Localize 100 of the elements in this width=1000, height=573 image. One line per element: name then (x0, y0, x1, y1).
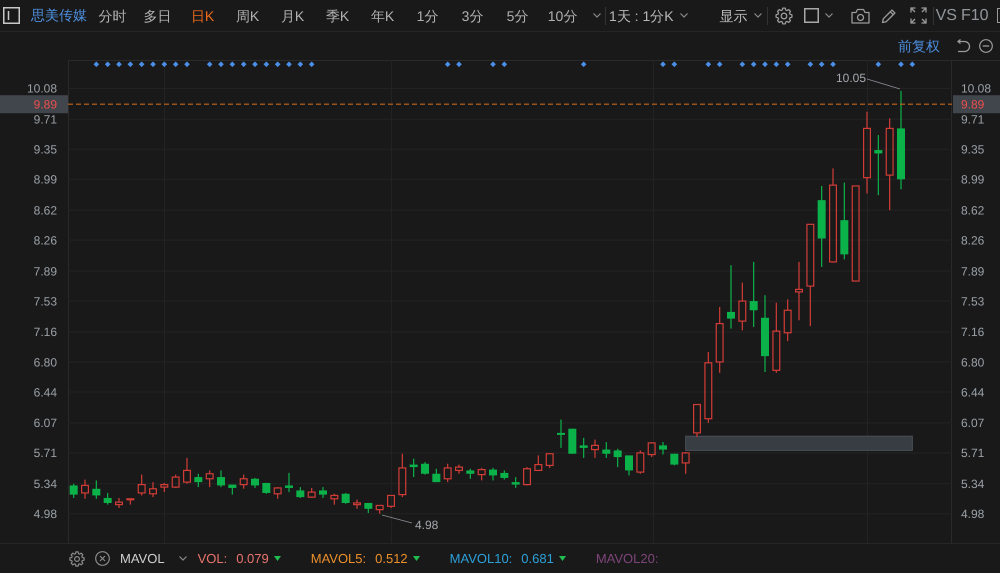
candle (160, 482, 168, 492)
diamond-marker-icon[interactable] (910, 62, 916, 68)
diamond-marker-icon[interactable] (750, 62, 756, 68)
price-axis-label: 4.98 (34, 507, 57, 522)
panel-icon[interactable] (3, 7, 20, 24)
candle (727, 265, 735, 329)
candle (92, 480, 100, 499)
candle (478, 468, 486, 480)
price-axis-label: 8.26 (34, 233, 57, 248)
candle (738, 282, 746, 330)
diamond-marker-icon[interactable] (138, 62, 144, 68)
diamond-marker-icon[interactable] (264, 62, 270, 68)
period-dropdown[interactable]: 1天 : 1分K (609, 8, 688, 22)
diamond-marker-icon[interactable] (774, 62, 780, 68)
period-tab[interactable]: 周K (225, 8, 270, 22)
diamond-marker-icon[interactable] (128, 62, 134, 68)
period-tab[interactable]: 分时 (90, 8, 135, 22)
candle (795, 262, 803, 320)
diamond-marker-icon[interactable] (502, 62, 508, 68)
period-tab[interactable]: 季K (315, 8, 360, 22)
price-axis-label: 5.34 (961, 477, 984, 492)
zoom-out-icon[interactable] (979, 39, 993, 53)
diamond-marker-icon[interactable] (162, 62, 168, 68)
diamond-marker-icon[interactable] (818, 62, 824, 68)
diamond-marker-icon[interactable] (784, 62, 790, 68)
diamond-marker-icon[interactable] (116, 62, 122, 68)
caret-icon[interactable] (593, 13, 601, 18)
settings-icon[interactable] (774, 6, 793, 24)
price-axis-label: 10.08 (961, 82, 992, 96)
period-tab[interactable]: 10分 (540, 8, 585, 22)
diamond-marker-icon[interactable] (456, 62, 462, 68)
price-axis-label: 7.89 (34, 264, 57, 278)
settings-icon[interactable] (69, 550, 85, 566)
diamond-marker-icon[interactable] (286, 62, 292, 68)
pencil-icon[interactable] (880, 8, 897, 24)
diamond-marker-icon[interactable] (490, 62, 496, 68)
period-tab[interactable]: 月K (270, 8, 315, 22)
period-tab[interactable]: 1分 (405, 8, 450, 22)
price-axis-label: 5.71 (961, 446, 984, 460)
adjustment-button[interactable]: 前复权 (898, 39, 940, 53)
period-tab[interactable]: 年K (360, 8, 405, 22)
candle (591, 440, 599, 458)
price-axis-label: 6.80 (34, 355, 57, 370)
diamond-marker-icon[interactable] (672, 62, 678, 68)
candle (398, 454, 406, 498)
compare-button[interactable]: VS (936, 8, 957, 24)
diamond-marker-icon[interactable] (218, 62, 224, 68)
price-axis-label: 8.62 (34, 203, 57, 218)
diamond-marker-icon[interactable] (898, 62, 904, 68)
diamond-marker-icon[interactable] (150, 62, 156, 68)
undo-icon[interactable] (955, 38, 971, 54)
candle (138, 474, 146, 496)
close-icon[interactable] (95, 551, 110, 566)
diamond-marker-icon[interactable] (876, 62, 882, 68)
diamond-marker-icon[interactable] (94, 62, 100, 68)
diamond-marker-icon[interactable] (184, 62, 190, 68)
candle (693, 404, 701, 438)
diamond-marker-icon[interactable] (660, 62, 666, 68)
diamond-marker-icon[interactable] (716, 62, 722, 68)
candle (183, 458, 191, 484)
camera-icon[interactable] (850, 8, 870, 24)
diamond-marker-icon[interactable] (808, 62, 814, 68)
diamond-marker-icon[interactable] (308, 62, 314, 68)
diamond-marker-icon[interactable] (230, 62, 236, 68)
diamond-marker-icon[interactable] (104, 62, 110, 68)
diamond-marker-icon[interactable] (252, 62, 258, 68)
diamond-marker-icon[interactable] (830, 62, 836, 68)
leader-line (382, 514, 412, 524)
candle (115, 498, 123, 508)
diamond-marker-icon[interactable] (206, 62, 212, 68)
display-dropdown[interactable]: 显示 (720, 8, 762, 22)
period-tab[interactable]: 日K (180, 8, 225, 22)
diamond-marker-icon[interactable] (580, 62, 586, 68)
candle (444, 464, 452, 482)
candle (455, 464, 463, 474)
diamond-marker-icon[interactable] (240, 62, 246, 68)
caret-icon[interactable] (824, 13, 833, 18)
f10-button[interactable]: F10 (960, 8, 989, 24)
indicator-value: 0.681 (521, 551, 554, 566)
square-icon[interactable] (804, 8, 819, 23)
period-tab[interactable]: 5分 (495, 8, 540, 22)
candle (240, 474, 248, 489)
period-tab[interactable]: 3分 (450, 8, 495, 22)
price-axis-label: 9.35 (961, 142, 984, 157)
diamond-marker-icon[interactable] (762, 62, 768, 68)
diamond-marker-icon[interactable] (298, 62, 304, 68)
candle (568, 428, 576, 454)
indicator-dropdown[interactable]: MAVOL (120, 552, 187, 565)
candle (251, 478, 259, 488)
diamond-marker-icon[interactable] (706, 62, 712, 68)
diamond-marker-icon[interactable] (274, 62, 280, 68)
diamond-marker-icon[interactable] (172, 62, 178, 68)
fullscreen-icon[interactable] (910, 7, 927, 24)
diamond-marker-icon[interactable] (740, 62, 746, 68)
price-axis-label: 7.16 (961, 325, 984, 340)
diamond-marker-icon[interactable] (444, 62, 450, 68)
period-tab[interactable]: 多日 (135, 8, 180, 22)
candle (512, 477, 520, 488)
indicator-value: 0.512 (375, 551, 408, 566)
candle (308, 488, 316, 498)
